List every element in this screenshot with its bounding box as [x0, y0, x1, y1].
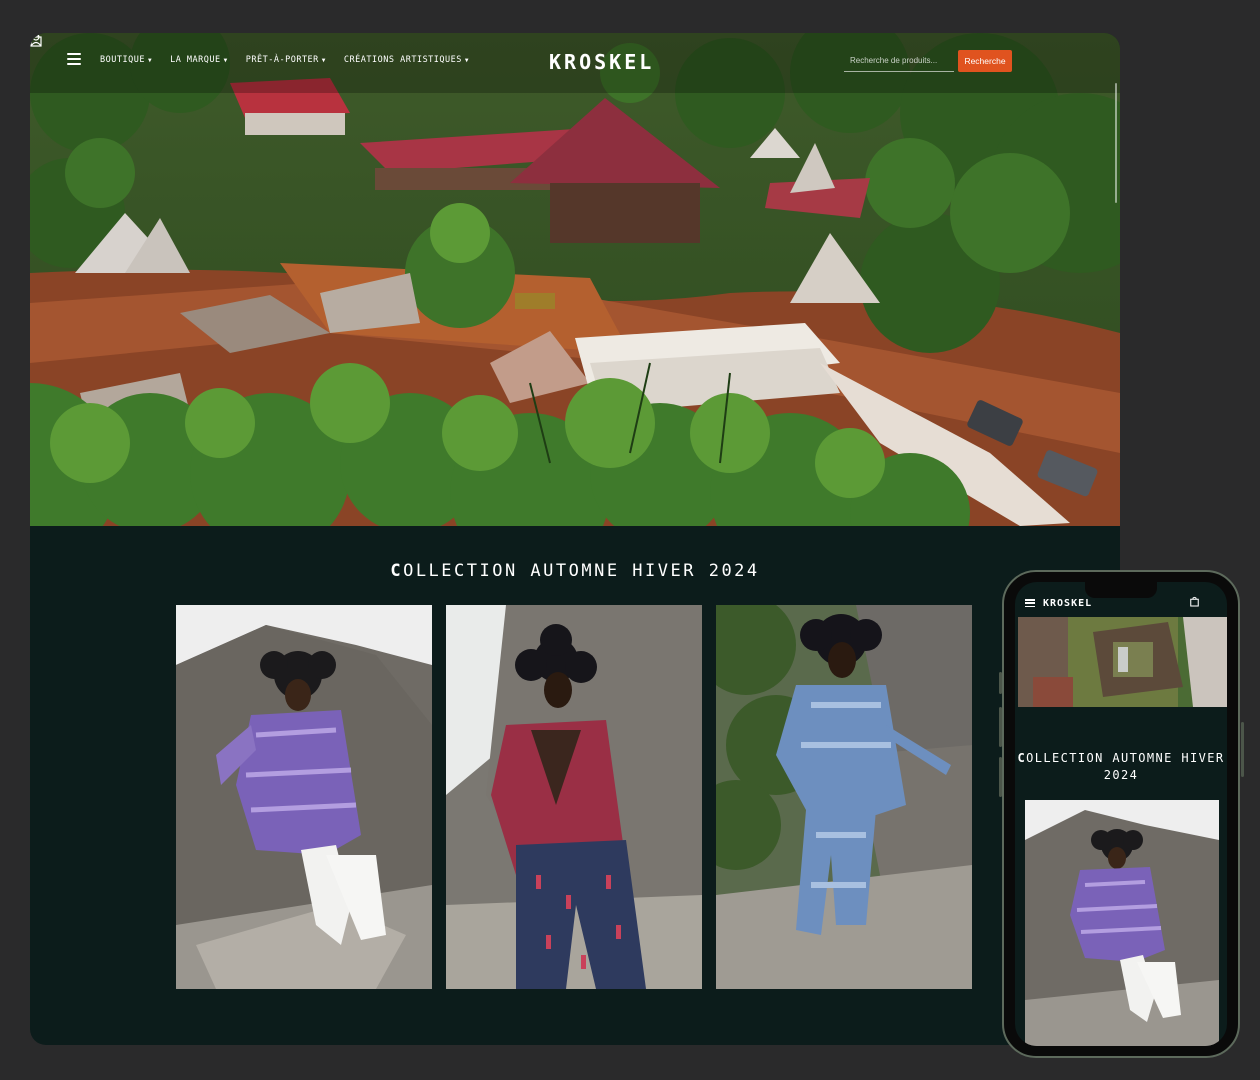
phone-button [999, 672, 1002, 694]
hero-video: Boutique ▼ La marque ▼ Prêt-à-porter ▼ C… [30, 33, 1120, 526]
title-rest: OLLECTION AUTOMNE HIVER 2024 [1026, 751, 1225, 782]
nav-item-label: Boutique [100, 55, 145, 65]
collection-title: COLLECTION AUTOMNE HIVER 2024 [1015, 750, 1227, 784]
chevron-down-icon: ▼ [321, 56, 326, 64]
village-aerial-image [30, 33, 1120, 526]
collection-title: COLLECTION AUTOMNE HIVER 2024 [30, 561, 1120, 581]
phone-button [999, 707, 1002, 747]
nav-menu: Boutique ▼ La marque ▼ Prêt-à-porter ▼ C… [100, 55, 469, 65]
phone-mockup: KROSKEL COLLECTION AUTOMNE HIVER 2024 [999, 570, 1244, 1058]
menu-icon[interactable] [67, 53, 81, 65]
phone-button [1241, 722, 1244, 777]
title-initial: C [390, 561, 404, 581]
product-card-2[interactable] [446, 605, 702, 989]
product-grid [176, 605, 972, 989]
shopping-bag-icon[interactable] [1190, 596, 1199, 607]
phone-notch [1085, 582, 1157, 598]
nav-item-label: Prêt-à-porter [245, 55, 319, 65]
main-navigation: Boutique ▼ La marque ▼ Prêt-à-porter ▼ C… [30, 33, 1120, 89]
shopping-bag-icon[interactable] [30, 33, 42, 47]
aerial-rooftop-image [1018, 617, 1227, 707]
chevron-down-icon: ▼ [464, 56, 470, 64]
nav-item-creations-artistiques[interactable]: Créations artistiques ▼ [344, 55, 469, 65]
phone-screen: KROSKEL COLLECTION AUTOMNE HIVER 2024 [1015, 582, 1227, 1046]
product-image [1025, 800, 1219, 1046]
product-card-1[interactable] [176, 605, 432, 989]
chevron-down-icon: ▼ [223, 56, 228, 64]
brand-logo[interactable]: KROSKEL [549, 50, 654, 74]
product-image [446, 605, 702, 989]
search-button[interactable]: Recherche [958, 50, 1012, 72]
scrollbar[interactable] [1115, 83, 1117, 203]
desktop-mockup: Boutique ▼ La marque ▼ Prêt-à-porter ▼ C… [30, 33, 1120, 1045]
nav-item-boutique[interactable]: Boutique ▼ [100, 55, 152, 65]
product-image [176, 605, 432, 989]
brand-logo[interactable]: KROSKEL [1043, 598, 1092, 609]
chevron-down-icon: ▼ [147, 56, 153, 64]
mobile-hero-video [1018, 617, 1227, 707]
search-input[interactable] [844, 50, 954, 72]
nav-item-pret-a-porter[interactable]: Prêt-à-porter ▼ [246, 55, 326, 65]
product-card-1[interactable] [1025, 800, 1219, 1046]
menu-icon[interactable] [1025, 599, 1035, 607]
phone-button [999, 757, 1002, 797]
nav-item-la-marque[interactable]: La marque ▼ [170, 55, 228, 65]
nav-item-label: Créations artistiques [343, 55, 462, 65]
product-image [716, 605, 972, 989]
title-initial: C [1017, 751, 1027, 765]
title-rest: OLLECTION AUTOMNE HIVER 2024 [403, 561, 760, 581]
product-card-3[interactable] [716, 605, 972, 989]
nav-item-label: La marque [170, 55, 221, 65]
